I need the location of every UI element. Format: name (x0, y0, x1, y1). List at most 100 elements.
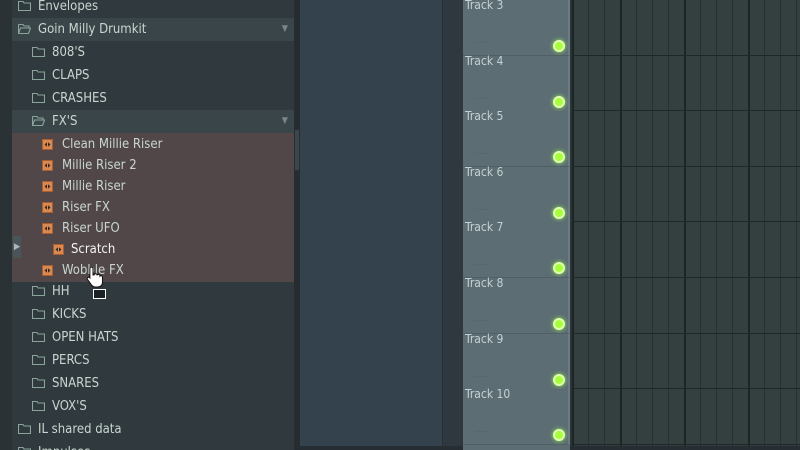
browser-item-label: Envelopes (38, 0, 99, 14)
lane-line (572, 221, 800, 222)
browser-item-riser-fx[interactable]: Riser FX (12, 196, 294, 219)
bar-line (748, 0, 750, 446)
audio-file-icon (42, 265, 53, 276)
browser-item-snares[interactable]: SNARES (12, 372, 294, 395)
track-header[interactable]: Track 6 .... (463, 165, 570, 223)
lane-line (572, 166, 800, 167)
track-mute-led[interactable] (553, 374, 565, 386)
browser-item-percs[interactable]: PERCS (12, 349, 294, 372)
track-grip-icon: .... (475, 370, 490, 380)
browser-collapse-handle[interactable]: ▶ (13, 236, 21, 258)
folder-icon (18, 423, 31, 434)
track-mute-led[interactable] (553, 40, 565, 52)
browser-item-label: Riser FX (62, 200, 110, 215)
browser-item-kicks[interactable]: KICKS (12, 303, 294, 326)
bar-line (572, 0, 574, 446)
collapse-arrow-icon[interactable]: ▼ (282, 18, 288, 41)
browser-panel: Envelopes Goin Milly Drumkit ▼ 808'S CLA… (0, 0, 300, 450)
track-name: Track 7 (465, 220, 504, 234)
track-header[interactable]: Track 9 .... (463, 332, 570, 390)
browser-item-label: SNARES (52, 376, 100, 391)
browser-item-il-shared-data[interactable]: IL shared data (12, 418, 294, 441)
collapse-arrow-icon[interactable]: ▼ (282, 110, 288, 133)
track-header[interactable]: Track 7 .... (463, 220, 570, 278)
browser-item-label: KICKS (52, 307, 87, 322)
folder-icon (32, 377, 45, 388)
folder-open-icon (32, 115, 45, 126)
browser-item-riser-ufo[interactable]: Riser UFO (12, 217, 294, 240)
folder-icon (32, 46, 45, 57)
browser-item-label: PERCS (52, 353, 90, 368)
track-mute-led[interactable] (553, 207, 565, 219)
track-name: Track 5 (465, 109, 504, 123)
browser-item-envelopes[interactable]: Envelopes (12, 0, 294, 18)
folder-icon (32, 285, 45, 296)
folder-icon (32, 92, 45, 103)
browser-item-wobble-fx[interactable]: Wobble FX (12, 259, 294, 282)
lane-line (572, 277, 800, 278)
lane-line (572, 55, 800, 56)
track-header[interactable]: Track 3 .... (463, 0, 570, 56)
lane-line (572, 388, 800, 389)
folder-icon (32, 354, 45, 365)
audio-file-icon (42, 202, 53, 213)
browser-item-crashes[interactable]: CRASHES (12, 87, 294, 110)
browser-item-808s[interactable]: 808'S (12, 41, 294, 64)
track-grip-icon: .... (475, 425, 490, 435)
track-header[interactable]: Track 8 .... (463, 276, 570, 334)
folder-icon (18, 0, 31, 11)
track-mute-led[interactable] (553, 151, 565, 163)
browser-edge (0, 0, 12, 450)
lane-line (572, 444, 800, 445)
browser-item-fxs[interactable]: FX'S ▼ (12, 110, 294, 133)
folder-icon (32, 308, 45, 319)
track-header[interactable]: Track 4 .... (463, 54, 570, 112)
track-mute-led[interactable] (553, 429, 565, 441)
bar-line (684, 0, 686, 446)
scrollbar-thumb[interactable] (295, 130, 299, 170)
playlist-grid[interactable] (572, 0, 800, 446)
audio-file-icon (53, 244, 64, 255)
track-name: Track 9 (465, 332, 504, 346)
browser-item-goin-milly-drumkit[interactable]: Goin Milly Drumkit ▼ (12, 18, 294, 41)
browser-item-hh[interactable]: HH (12, 280, 294, 303)
track-name: Track 3 (465, 0, 504, 12)
browser-item-voxs[interactable]: VOX'S (12, 395, 294, 418)
browser-item-millie-riser-2[interactable]: Millie Riser 2 (12, 154, 294, 177)
browser-item-label: HH (52, 284, 70, 299)
track-grip-icon: .... (475, 147, 490, 157)
track-header-column: Track 3 .... Track 4 .... Track 5 .... T… (463, 0, 570, 450)
audio-file-icon (42, 181, 53, 192)
browser-item-open-hats[interactable]: OPEN HATS (12, 326, 294, 349)
browser-item-label: FX'S (52, 114, 78, 129)
audio-file-icon (42, 160, 53, 171)
panel-divider[interactable] (442, 0, 464, 446)
browser-item-label: Goin Milly Drumkit (38, 22, 147, 37)
track-name: Track 8 (465, 276, 504, 290)
track-name: Track 4 (465, 54, 504, 68)
folder-icon (32, 69, 45, 80)
browser-item-label: Riser UFO (62, 221, 120, 236)
browser-item-impulses[interactable]: Impulses (12, 441, 294, 450)
browser-item-millie-riser[interactable]: Millie Riser (12, 175, 294, 198)
track-grip-icon: .... (475, 258, 490, 268)
lane-line (572, 333, 800, 334)
lane-line (572, 110, 800, 111)
audio-file-icon (42, 223, 53, 234)
bar-line (620, 0, 622, 446)
track-header[interactable]: Track 5 .... (463, 109, 570, 167)
browser-item-clean-millie-riser[interactable]: Clean Millie Riser (12, 133, 294, 156)
track-grip-icon: .... (475, 36, 490, 46)
browser-item-claps[interactable]: CLAPS (12, 64, 294, 87)
track-grip-icon: .... (475, 314, 490, 324)
track-mute-led[interactable] (553, 96, 565, 108)
track-mute-led[interactable] (553, 262, 565, 274)
track-header[interactable]: Track 10 .... (463, 387, 570, 445)
browser-item-scratch[interactable]: Scratch (12, 238, 294, 261)
track-mute-led[interactable] (553, 318, 565, 330)
track-name: Track 10 (465, 387, 511, 401)
folder-open-icon (18, 23, 31, 34)
browser-item-label: CLAPS (52, 68, 90, 83)
browser-item-label: Clean Millie Riser (62, 137, 163, 152)
track-name: Track 6 (465, 165, 504, 179)
